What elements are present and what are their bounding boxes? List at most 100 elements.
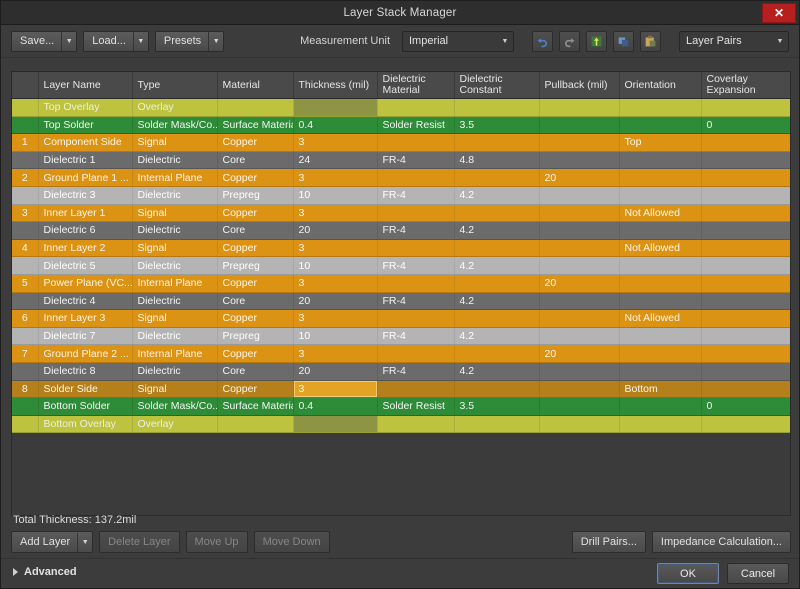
cell-orientation[interactable] [619,151,702,170]
cell-diel_material[interactable]: FR-4 [377,151,455,170]
table-row[interactable]: Bottom Overlay Overlay [12,415,790,434]
column-header-layer-name[interactable]: Layer Name [38,72,133,99]
cell-coverlay[interactable] [701,133,790,152]
impedance-calculation-button[interactable]: Impedance Calculation... [651,531,791,553]
cell-name[interactable]: Dielectric 6 [38,221,133,240]
table-row[interactable]: Dielectric 5 Dielectric Prepreg 10 FR-4 4.2 [12,256,790,275]
cell-pullback[interactable] [539,204,620,223]
cell-material[interactable]: Copper [217,204,294,223]
column-header-material[interactable]: Material [217,72,294,99]
presets-button[interactable]: Presets ▼ [154,30,225,52]
table-row[interactable]: Top Solder Solder Mask/Co... Surface Mater… [12,116,790,135]
cell-thickness[interactable]: 3 [293,239,378,258]
cell-material[interactable]: Copper [217,239,294,258]
cell-coverlay[interactable] [701,309,790,328]
close-icon[interactable]: ✕ [762,3,796,23]
cell-type[interactable]: Dielectric [132,256,218,275]
cell-orientation[interactable]: Not Allowed [619,309,702,328]
cell-type[interactable]: Signal [132,133,218,152]
cell-name[interactable]: Top Solder [38,116,133,135]
cell-coverlay[interactable] [701,239,790,258]
cell-name[interactable]: Dielectric 1 [38,151,133,170]
drill-pairs-button[interactable]: Drill Pairs... [571,531,646,553]
cell-orientation[interactable] [619,362,702,381]
cell-diel_material[interactable] [377,168,455,187]
copy-layer-icon[interactable] [613,30,634,52]
cell-thickness[interactable]: 3 [293,274,378,293]
move-up-button[interactable]: Move Up [185,531,248,553]
cell-type[interactable]: Dielectric [132,151,218,170]
cell-pullback[interactable] [539,98,620,117]
cell-pullback[interactable] [539,397,620,416]
cell-coverlay[interactable]: 0 [701,397,790,416]
chevron-down-icon[interactable]: ▼ [208,31,223,51]
cell-diel_material[interactable] [377,309,455,328]
cell-diel_material[interactable]: FR-4 [377,186,455,205]
cell-diel_material[interactable]: FR-4 [377,362,455,381]
cell-orientation[interactable] [619,256,702,275]
cell-name[interactable]: Power Plane (VC... [38,274,133,293]
cell-name[interactable]: Dielectric 5 [38,256,133,275]
cell-thickness[interactable]: 10 [293,186,378,205]
add-layer-button[interactable]: Add Layer ▼ [11,531,94,553]
cell-diel_const[interactable] [454,204,540,223]
cell-orientation[interactable] [619,397,702,416]
cell-thickness[interactable]: 20 [293,292,378,311]
cell-num[interactable] [12,256,39,275]
cell-diel_material[interactable]: Solder Resist [377,116,455,135]
cell-num[interactable]: 8 [12,380,39,399]
move-down-button[interactable]: Move Down [253,531,330,553]
cell-pullback[interactable] [539,415,620,434]
cell-thickness[interactable]: 24 [293,151,378,170]
cell-num[interactable] [12,186,39,205]
cell-diel_material[interactable]: FR-4 [377,256,455,275]
cell-coverlay[interactable] [701,362,790,381]
cell-num[interactable] [12,116,39,135]
cell-type[interactable]: Signal [132,309,218,328]
cell-coverlay[interactable] [701,186,790,205]
cell-material[interactable]: Copper [217,344,294,363]
table-row[interactable]: Dielectric 7 Dielectric Prepreg 10 FR-4 4.2 [12,327,790,346]
cell-thickness[interactable]: 3 [293,380,378,399]
cell-thickness[interactable] [293,415,378,434]
cell-material[interactable]: Copper [217,168,294,187]
cell-material[interactable]: Prepreg [217,256,294,275]
cell-diel_const[interactable] [454,98,540,117]
cell-num[interactable]: 2 [12,168,39,187]
cell-coverlay[interactable] [701,204,790,223]
cell-num[interactable]: 5 [12,274,39,293]
cell-material[interactable]: Copper [217,309,294,328]
cell-material[interactable]: Copper [217,133,294,152]
load-button[interactable]: Load... ▼ [83,30,149,52]
table-row[interactable]: Bottom Solder Solder Mask/Co... Surface Ma… [12,397,790,416]
cell-thickness[interactable]: 3 [293,309,378,328]
cell-type[interactable]: Solder Mask/Co... [132,397,218,416]
chevron-down-icon[interactable]: ▼ [132,31,148,51]
cell-material[interactable] [217,98,294,117]
cell-num[interactable] [12,98,39,117]
cell-diel_const[interactable]: 4.2 [454,292,540,311]
cell-diel_const[interactable]: 4.2 [454,362,540,381]
cell-pullback[interactable] [539,151,620,170]
cell-coverlay[interactable] [701,344,790,363]
ok-button[interactable]: OK [657,563,719,584]
cell-type[interactable]: Overlay [132,98,218,117]
cell-thickness[interactable]: 20 [293,362,378,381]
cell-coverlay[interactable] [701,380,790,399]
cell-coverlay[interactable] [701,415,790,434]
column-header-dielectric-material[interactable]: Dielectric Material [377,72,455,99]
chevron-down-icon[interactable]: ▼ [61,31,76,51]
cell-diel_const[interactable]: 3.5 [454,397,540,416]
cell-num[interactable] [12,415,39,434]
cell-diel_const[interactable] [454,309,540,328]
cell-pullback[interactable] [539,380,620,399]
cell-name[interactable]: Dielectric 7 [38,327,133,346]
table-row[interactable]: 7 Ground Plane 2 ... Internal Plane Copper 3… [12,344,790,363]
cell-orientation[interactable]: Bottom [619,380,702,399]
cell-diel_const[interactable]: 4.2 [454,186,540,205]
delete-layer-button[interactable]: Delete Layer [99,531,180,553]
cell-orientation[interactable] [619,116,702,135]
cell-type[interactable]: Dielectric [132,327,218,346]
cell-diel_const[interactable] [454,344,540,363]
column-header-dielectric-constant[interactable]: Dielectric Constant [454,72,540,99]
